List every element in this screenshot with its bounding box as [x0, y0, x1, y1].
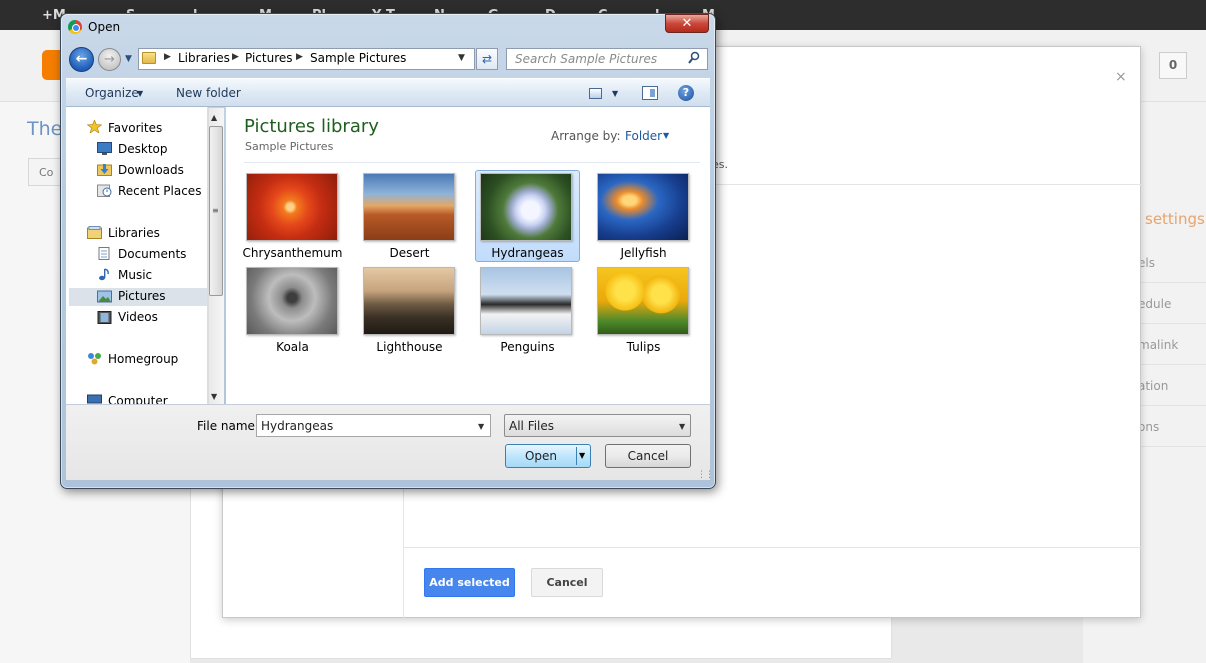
chevron-down-icon[interactable]: ▼ — [137, 89, 143, 98]
file-name-label: File name: — [197, 419, 259, 433]
tulips-thumbnail[interactable] — [597, 267, 689, 335]
divider — [1138, 364, 1206, 365]
divider — [1138, 323, 1206, 324]
scroll-up-arrow-icon[interactable]: ▲ — [211, 113, 217, 122]
search-icon[interactable] — [688, 51, 700, 65]
nav-downloads[interactable]: Downloads — [118, 163, 184, 177]
change-view-icon[interactable] — [589, 88, 602, 99]
forward-arrow-icon[interactable]: → — [98, 48, 121, 71]
penguins-thumbnail[interactable] — [480, 267, 572, 335]
breadcrumb-libraries[interactable]: Libraries — [178, 51, 230, 65]
search-input[interactable]: Search Sample Pictures — [506, 48, 708, 70]
arrange-by-label: Arrange by: — [551, 129, 621, 143]
notification-count[interactable]: 0 — [1159, 52, 1187, 79]
divider — [244, 162, 700, 163]
desktop-icon — [97, 142, 112, 155]
divider — [576, 447, 577, 465]
close-icon[interactable]: × — [1115, 69, 1127, 85]
blog-title[interactable]: The — [27, 118, 62, 140]
hydrangeas-thumbnail[interactable] — [480, 173, 572, 241]
koala-thumbnail[interactable] — [246, 267, 338, 335]
cancel-button[interactable]: Cancel — [605, 444, 691, 468]
back-arrow-icon[interactable]: ← — [69, 47, 94, 72]
file-name-lighthouse[interactable]: Lighthouse — [357, 340, 462, 354]
dialog-title: Open — [88, 20, 121, 34]
nav-pictures[interactable]: Pictures — [118, 289, 166, 303]
divider — [1138, 282, 1206, 283]
breadcrumb-pictures[interactable]: Pictures — [245, 51, 293, 65]
address-dropdown-icon[interactable]: ▼ — [458, 53, 465, 63]
file-name-tulips[interactable]: Tulips — [591, 340, 696, 354]
organize-menu[interactable]: Organize — [85, 86, 139, 100]
close-button[interactable]: ✕ — [665, 14, 709, 33]
file-name-koala[interactable]: Koala — [240, 340, 345, 354]
recent-locations-dropdown-icon[interactable]: ▼ — [125, 54, 135, 64]
folder-icon — [142, 52, 156, 64]
file-name-desert[interactable]: Desert — [357, 246, 462, 260]
settings-location-link[interactable]: ation — [1138, 379, 1168, 393]
file-name-hydrangeas[interactable]: Hydrangeas — [475, 246, 580, 260]
library-title: Pictures library — [244, 116, 379, 137]
divider — [1138, 405, 1206, 406]
downloads-icon — [97, 164, 112, 176]
pictures-icon — [97, 290, 112, 303]
desert-thumbnail[interactable] — [363, 173, 455, 241]
music-icon — [99, 268, 109, 281]
breadcrumb-sample-pictures[interactable]: Sample Pictures — [310, 51, 406, 65]
homegroup-icon — [88, 353, 101, 365]
file-type-select[interactable]: All Files — [504, 414, 691, 437]
chevron-right-icon[interactable]: ▶ — [296, 52, 303, 62]
nav-desktop[interactable]: Desktop — [118, 142, 168, 156]
arrange-by-dropdown[interactable]: Folder — [625, 129, 662, 143]
grip-icon: ≡ — [212, 206, 219, 215]
nav-favorites[interactable]: Favorites — [108, 121, 162, 135]
library-subtitle: Sample Pictures — [245, 140, 334, 153]
chevron-down-icon[interactable]: ▼ — [663, 131, 669, 140]
file-name-jellyfish[interactable]: Jellyfish — [591, 246, 696, 260]
divider — [1138, 446, 1206, 447]
refresh-icon[interactable]: ⇄ — [476, 48, 498, 70]
nav-libraries[interactable]: Libraries — [108, 226, 160, 240]
settings-permalink-link[interactable]: malink — [1138, 338, 1178, 352]
nav-music[interactable]: Music — [118, 268, 152, 282]
chrome-icon — [68, 20, 82, 34]
view-dropdown-icon[interactable]: ▼ — [612, 89, 618, 98]
recent-places-icon — [97, 184, 112, 197]
lighthouse-thumbnail[interactable] — [363, 267, 455, 335]
file-name-dropdown-icon[interactable]: ▼ — [478, 422, 484, 431]
help-icon[interactable]: ? — [678, 85, 694, 101]
open-options-dropdown-icon[interactable]: ▼ — [579, 451, 585, 460]
chevron-right-icon[interactable]: ▶ — [232, 52, 239, 62]
nav-homegroup[interactable]: Homegroup — [108, 352, 178, 366]
nav-recent-places[interactable]: Recent Places — [118, 184, 201, 198]
picker-cancel-button[interactable]: Cancel — [531, 568, 603, 597]
preview-pane-icon[interactable] — [642, 86, 658, 100]
file-name-field[interactable]: Hydrangeas — [256, 414, 491, 437]
file-name-penguins[interactable]: Penguins — [475, 340, 580, 354]
nav-videos[interactable]: Videos — [118, 310, 158, 324]
star-icon — [87, 120, 102, 133]
videos-icon — [97, 311, 112, 324]
settings-options-link[interactable]: ons — [1138, 420, 1159, 434]
divider — [404, 547, 1141, 548]
new-folder-button[interactable]: New folder — [176, 86, 241, 100]
post-settings-heading: settings — [1145, 210, 1205, 228]
documents-icon — [98, 247, 110, 260]
nav-documents[interactable]: Documents — [118, 247, 186, 261]
chrysanthemum-thumbnail[interactable] — [246, 173, 338, 241]
libraries-icon — [87, 226, 102, 239]
jellyfish-thumbnail[interactable] — [597, 173, 689, 241]
add-selected-button[interactable]: Add selected — [424, 568, 515, 597]
chevron-down-icon[interactable]: ▼ — [679, 422, 685, 431]
file-name-chrysanthemum[interactable]: Chrysanthemum — [240, 246, 345, 260]
settings-schedule-link[interactable]: edule — [1138, 297, 1171, 311]
resize-grip-icon[interactable]: ⋮⋮ — [697, 470, 714, 480]
chevron-right-icon[interactable]: ▶ — [164, 52, 171, 62]
scroll-down-arrow-icon[interactable]: ▼ — [211, 392, 217, 401]
